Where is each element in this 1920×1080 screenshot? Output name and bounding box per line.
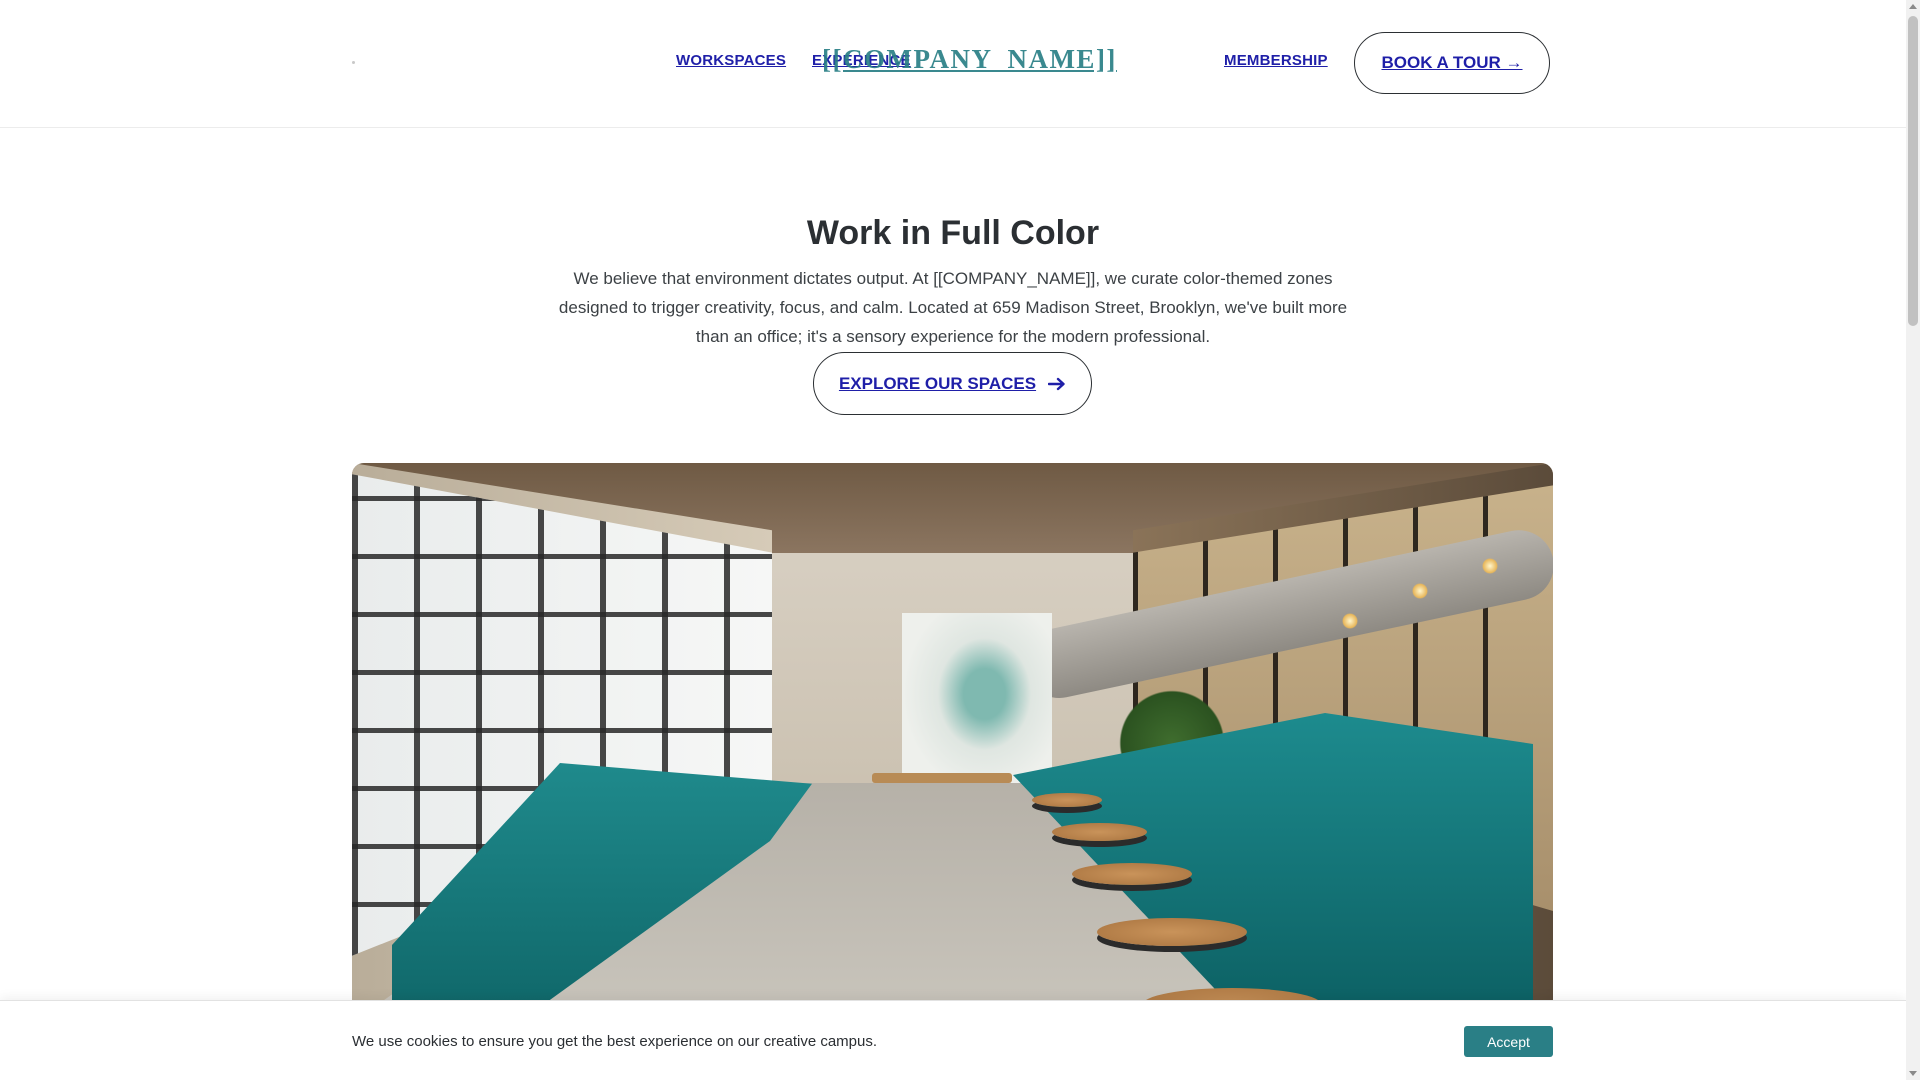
pendant-lamp — [1482, 558, 1498, 574]
back-table — [872, 773, 1012, 783]
nav-membership-link[interactable]: MEMBERSHIP — [1224, 52, 1328, 69]
cafe-table — [1052, 823, 1147, 841]
cafe-table — [1032, 793, 1102, 807]
arrow-right-icon — [1048, 377, 1065, 390]
hero-image — [352, 463, 1553, 1023]
scroll-up-arrow-icon[interactable] — [1909, 4, 1917, 9]
nav-workspaces-link[interactable]: WORKSPACES — [676, 52, 786, 69]
cookie-banner: We use cookies to ensure you get the bes… — [0, 1000, 1906, 1080]
page: WORKSPACES EXPERIENCE [[COMPANY_NAME]] M… — [0, 0, 1906, 1080]
pendant-lamp — [1342, 613, 1358, 629]
hero-description: We believe that environment dictates out… — [558, 269, 1348, 346]
site-header: WORKSPACES EXPERIENCE [[COMPANY_NAME]] M… — [0, 0, 1906, 128]
hero-title: Work in Full Color — [806, 214, 1100, 252]
pendant-lamp — [1412, 583, 1428, 599]
scrollbar-thumb[interactable] — [1908, 16, 1918, 326]
vertical-scrollbar[interactable] — [1906, 0, 1920, 1080]
cafe-table — [1097, 918, 1247, 946]
cookie-accept-button[interactable]: Accept — [1464, 1026, 1553, 1057]
explore-spaces-button[interactable]: EXPLORE OUR SPACES — [813, 352, 1092, 415]
scroll-down-arrow-icon[interactable] — [1909, 1071, 1917, 1076]
cafe-table — [1072, 863, 1192, 885]
wall-artwork — [902, 613, 1052, 793]
cookie-message: We use cookies to ensure you get the bes… — [352, 1033, 878, 1050]
book-tour-button[interactable]: BOOK A TOUR → — [1354, 32, 1550, 94]
brand-logo-link[interactable]: [[COMPANY_NAME]] — [822, 44, 1117, 75]
explore-spaces-label: EXPLORE OUR SPACES — [838, 373, 1037, 393]
logo-mark — [352, 61, 355, 64]
